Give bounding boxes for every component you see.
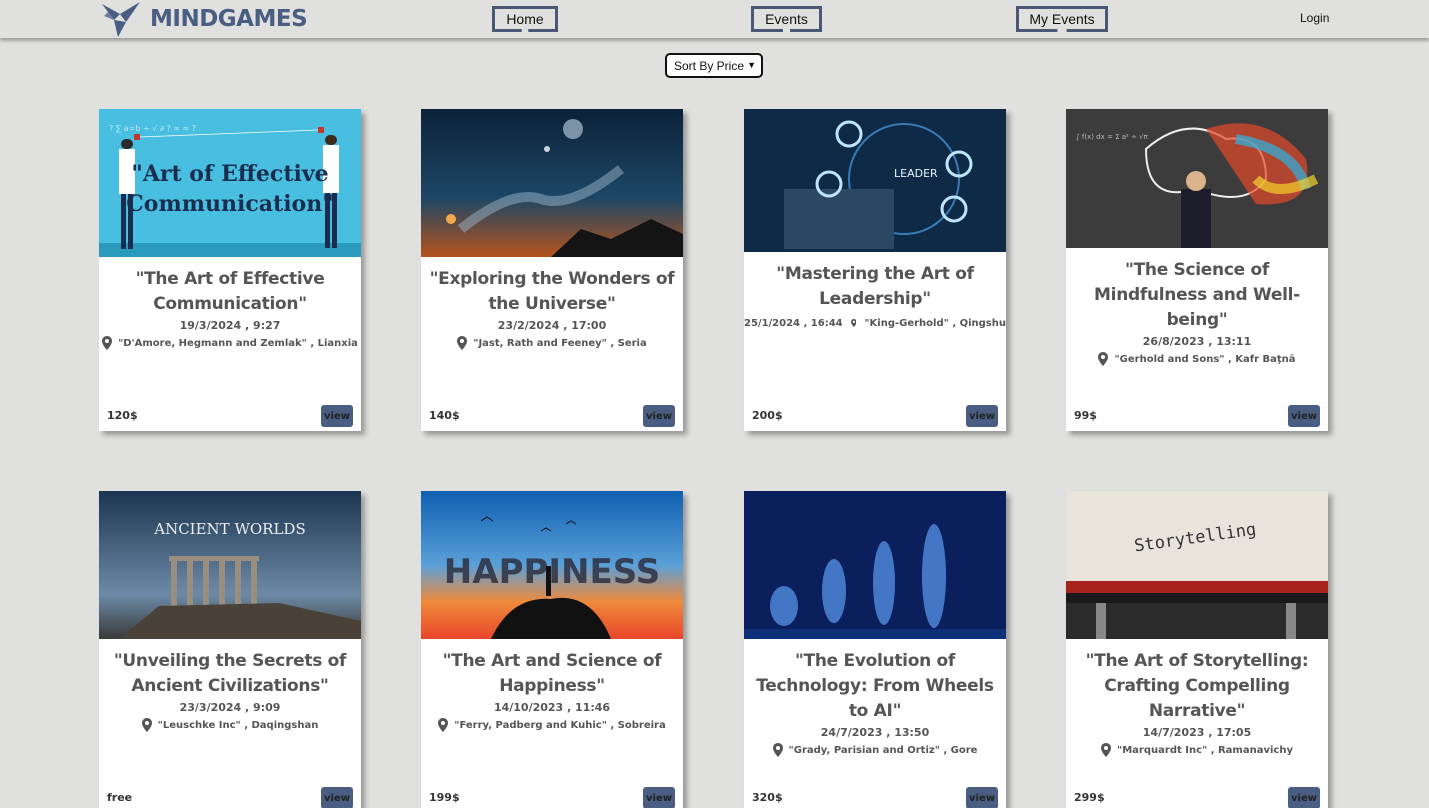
view-button[interactable]: view [321,787,353,808]
chevron-down-icon: ▼ [747,60,756,70]
event-price: free [107,791,133,804]
event-date: 24/7/2023 , 13:50 [820,726,930,739]
event-price: 99$ [1074,409,1097,422]
event-title: "The Art of Effective Communication" [135,269,325,314]
event-location-text: "Grady, Parisian and Ortiz" , Gore [788,744,978,756]
event-location-text: "Ferry, Padberg and Kuhic" , Sobreira [454,719,666,731]
event-date: 26/8/2023 , 13:11 [1142,335,1252,348]
location-pin-icon [850,319,857,327]
location-pin-icon [1098,352,1109,366]
nav-events-button[interactable]: Events [751,6,822,32]
event-image-caption: HAPPINESS [444,552,660,592]
nav-my-events-button[interactable]: My Events [1016,6,1108,32]
nav-home-button[interactable]: Home [492,6,558,32]
event-date: 19/3/2024 , 9:27 [179,319,281,332]
event-price: 140$ [429,409,460,422]
event-title: "Exploring the Wonders of the Universe" [429,269,675,314]
event-date: 23/3/2024 , 9:09 [179,701,281,714]
event-image-caption: ANCIENT WORLDS [153,520,305,538]
origami-bird-icon [102,2,140,37]
view-button[interactable]: view [966,405,998,427]
event-date: 14/10/2023 , 11:46 [493,701,611,714]
event-location-text: "Leuschke Inc" , Daqingshan [157,719,319,731]
event-location: "Jast, Rath and Feeney" , Seria [421,336,683,350]
location-pin-icon [141,718,152,732]
event-card: ? ∑ a=b ÷ √ ∂ ? ∞ ≈ ? "Art of Effective C… [99,109,361,431]
event-card: "The Evolution of Technology: From Wheel… [744,491,1006,808]
event-card: LEADER "Mastering the Art of Leadership"… [744,109,1006,431]
view-button[interactable]: view [321,405,353,427]
view-button[interactable]: view [966,787,998,808]
view-button[interactable]: view [643,787,675,808]
event-image-mindfulness: ∫ f(x) dx = Σ a² ÷ √π [1066,109,1328,248]
location-pin-icon [772,743,783,757]
view-button[interactable]: view [1288,787,1320,808]
event-image-communication: ? ∑ a=b ÷ √ ∂ ? ∞ ≈ ? "Art of Effective C… [99,109,361,257]
event-title: "The Art and Science of Happiness" [442,651,662,696]
top-navbar: MINDGAMES Home Events My Events Login [0,0,1429,38]
brand-name: MINDGAMES [150,6,308,32]
event-price: 199$ [429,791,460,804]
event-card: ANCIENT WORLDS "Unveiling the Secrets of… [99,491,361,808]
event-date: 14/7/2023 , 17:05 [1142,726,1252,739]
event-image-evolution [744,491,1006,639]
location-pin-icon [102,336,113,350]
event-price: 120$ [107,409,138,422]
event-price: 299$ [1074,791,1105,804]
event-price: 320$ [752,791,783,804]
event-price: 200$ [752,409,783,422]
event-image-ancient-worlds: ANCIENT WORLDS [99,491,361,639]
event-image-caption: LEADER [894,167,938,180]
event-location-text: "Jast, Rath and Feeney" , Seria [473,337,647,349]
sort-selected-value: Sort By Price [674,58,745,73]
event-date: 25/1/2024 , 16:44 [744,317,843,329]
event-title: "The Science of Mindfulness and Well-bei… [1094,260,1300,330]
event-location-text: "D'Amore, Hegmann and Zemlak" , Lianxia [118,337,358,349]
event-title: "The Art of Storytelling: Crafting Compe… [1085,651,1309,721]
event-location: "D'Amore, Hegmann and Zemlak" , Lianxia [99,336,361,350]
event-location: "Ferry, Padberg and Kuhic" , Sobreira [421,718,683,732]
brand-logo[interactable]: MINDGAMES [100,0,308,38]
event-card: HAPPINESS "The Art and Science of Happin… [421,491,683,808]
event-image-happiness: HAPPINESS [421,491,683,639]
event-title: "Mastering the Art of Leadership" [776,264,974,309]
event-image-storytelling: Storytelling [1066,491,1328,639]
location-pin-icon [457,336,468,350]
event-date: 23/2/2024 , 17:00 [497,319,607,332]
event-image-universe [421,109,683,257]
event-title: "Unveiling the Secrets of Ancient Civili… [113,651,347,696]
event-card: "Exploring the Wonders of the Universe" … [421,109,683,431]
event-location: "Grady, Parisian and Ortiz" , Gore [744,743,1006,757]
event-location: "Gerhold and Sons" , Kafr Baţnā [1066,352,1328,366]
sort-select[interactable]: Sort By Price ▼ [665,53,763,78]
event-location: "Marquardt Inc" , Ramanavichy [1066,743,1328,757]
event-title: "The Evolution of Technology: From Wheel… [756,651,994,721]
event-meta: 25/1/2024 , 16:44 "King-Gerhold" , Qings… [744,316,1006,330]
event-card: ∫ f(x) dx = Σ a² ÷ √π "The Science of Mi… [1066,109,1328,431]
event-location-text: "King-Gerhold" , Qingshu [864,317,1006,329]
view-button[interactable]: view [1288,405,1320,427]
view-button[interactable]: view [643,405,675,427]
event-location: "Leuschke Inc" , Daqingshan [99,718,361,732]
location-pin-icon [438,718,449,732]
event-location-text: "Gerhold and Sons" , Kafr Baţnā [1114,353,1296,365]
event-image-leadership: LEADER [744,109,1006,252]
svg-text:? ∑ a=b ÷ √ ∂ ? ∞ ≈ ?: ? ∑ a=b ÷ √ ∂ ? ∞ ≈ ? [109,124,196,133]
login-link[interactable]: Login [1300,11,1329,25]
location-pin-icon [1101,743,1112,757]
svg-text:∫ f(x) dx = Σ a² ÷ √π: ∫ f(x) dx = Σ a² ÷ √π [1076,133,1149,141]
event-card: Storytelling "The Art of Storytelling: C… [1066,491,1328,808]
event-location-text: "Marquardt Inc" , Ramanavichy [1117,744,1293,756]
